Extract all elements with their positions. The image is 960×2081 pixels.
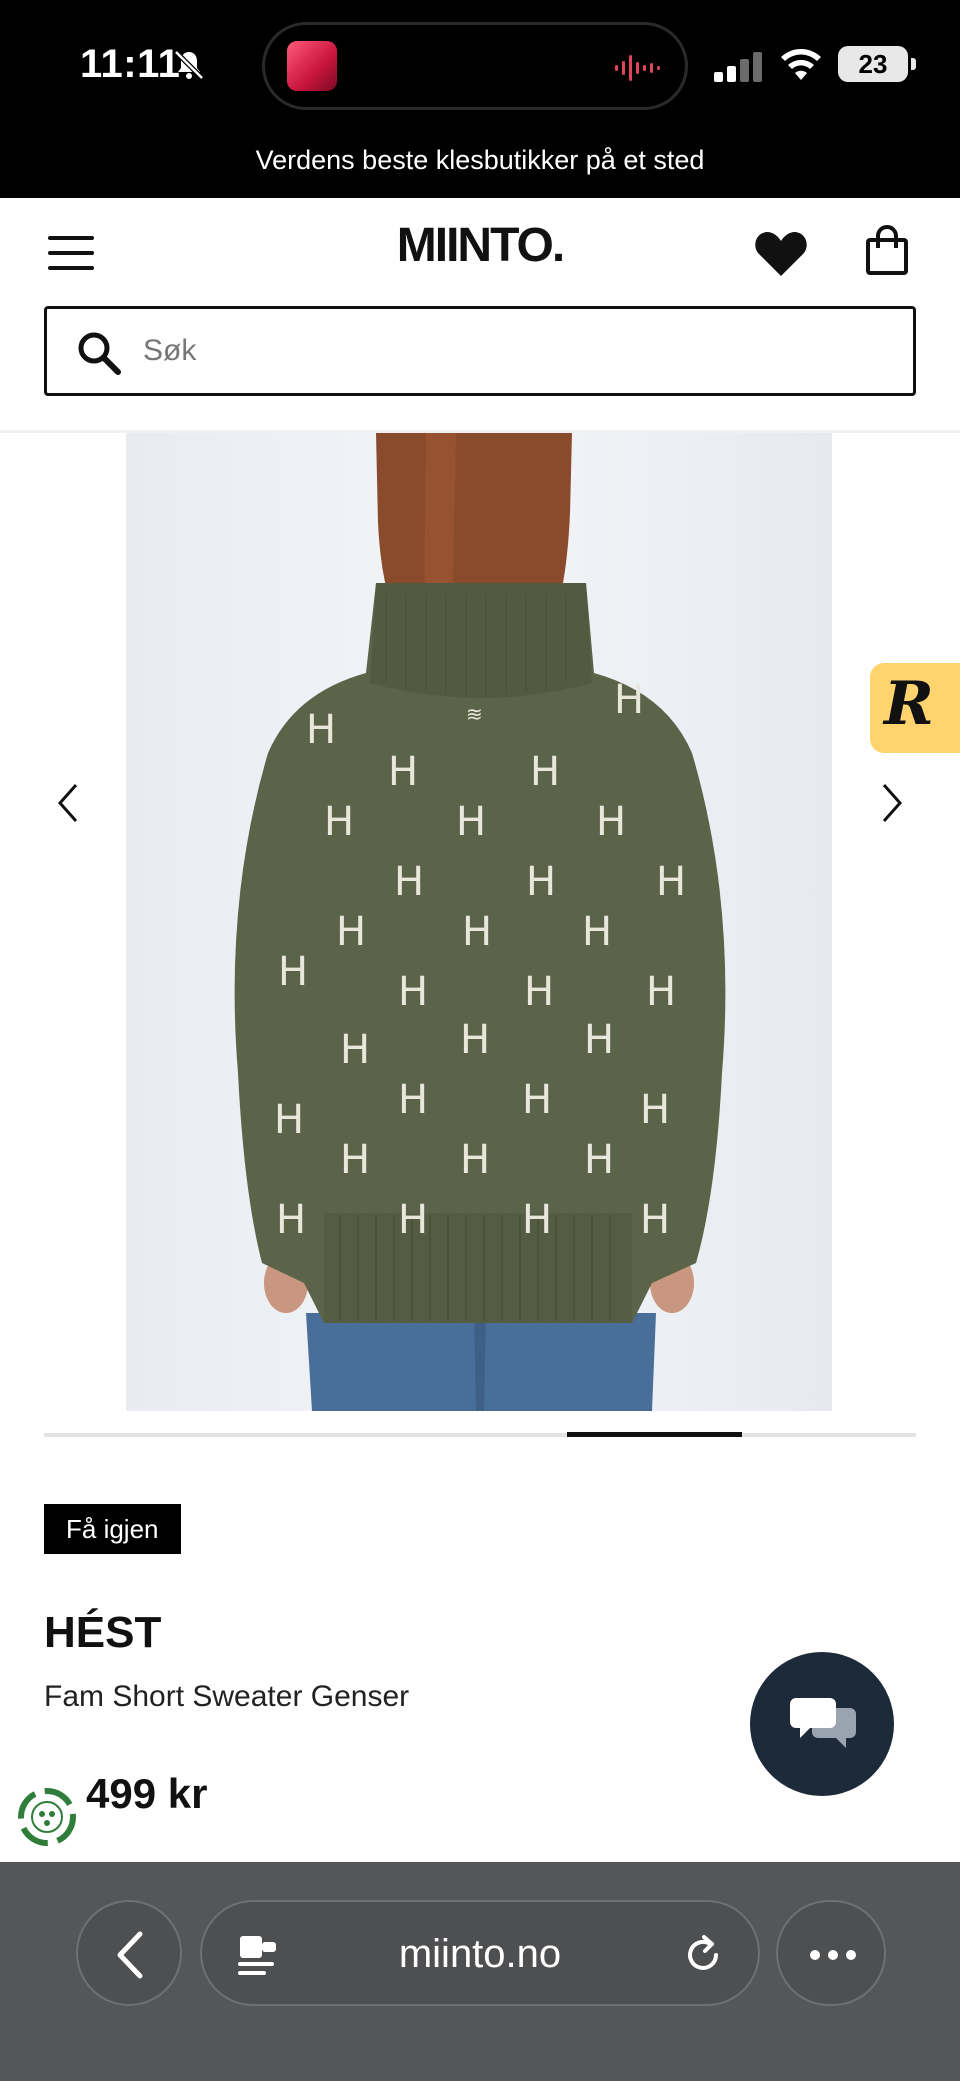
svg-text:H: H bbox=[462, 909, 492, 955]
url-text[interactable]: miinto.no bbox=[202, 1932, 758, 1977]
svg-text:H: H bbox=[614, 677, 644, 723]
miinto-logo[interactable]: MIINTO. bbox=[0, 218, 960, 273]
svg-text:H: H bbox=[278, 949, 308, 995]
product-price: 499 kr bbox=[86, 1770, 208, 1817]
svg-text:H: H bbox=[306, 707, 336, 753]
svg-text:H: H bbox=[522, 1077, 552, 1123]
svg-text:H: H bbox=[656, 859, 686, 905]
product-brand[interactable]: HÉST bbox=[44, 1608, 161, 1658]
chevron-right-icon[interactable] bbox=[872, 773, 912, 833]
svg-text:H: H bbox=[460, 1137, 490, 1183]
gallery-progress bbox=[44, 1432, 916, 1437]
svg-text:H: H bbox=[398, 1197, 428, 1243]
address-bar[interactable]: miinto.no bbox=[200, 1900, 760, 2006]
product-gallery[interactable]: HH HH HHH HHH HHH HHHH HHH HHHH HHH HHHH… bbox=[0, 433, 960, 1411]
svg-text:H: H bbox=[524, 969, 554, 1015]
site-header: MIINTO. bbox=[0, 198, 960, 308]
back-icon bbox=[117, 1931, 143, 1979]
dynamic-island[interactable] bbox=[262, 22, 688, 110]
svg-text:H: H bbox=[646, 969, 676, 1015]
battery-icon: 23 bbox=[838, 46, 916, 82]
svg-text:H: H bbox=[640, 1087, 670, 1133]
signal-icon bbox=[714, 52, 762, 82]
reload-icon[interactable] bbox=[680, 1932, 726, 1978]
gallery-progress-fill bbox=[567, 1432, 742, 1437]
svg-text:H: H bbox=[276, 1197, 306, 1243]
svg-text:H: H bbox=[530, 749, 560, 795]
r-badge[interactable]: R bbox=[870, 663, 960, 753]
svg-text:H: H bbox=[394, 859, 424, 905]
shopping-bag-icon[interactable] bbox=[862, 224, 912, 276]
svg-text:H: H bbox=[584, 1137, 614, 1183]
recycle-icon[interactable] bbox=[14, 1784, 80, 1850]
svg-text:H: H bbox=[456, 799, 486, 845]
search-input[interactable] bbox=[143, 323, 883, 379]
svg-text:H: H bbox=[460, 1017, 490, 1063]
product-photo[interactable]: HH HH HHH HHH HHH HHHH HHH HHHH HHH HHHH… bbox=[126, 433, 832, 1411]
more-button[interactable] bbox=[776, 1900, 886, 2006]
r-badge-letter: R bbox=[884, 669, 934, 739]
svg-text:H: H bbox=[324, 799, 354, 845]
svg-text:H: H bbox=[582, 909, 612, 955]
promo-badge: Få igjen bbox=[44, 1504, 181, 1554]
svg-text:H: H bbox=[526, 859, 556, 905]
svg-text:H: H bbox=[336, 909, 366, 955]
waveform-icon bbox=[615, 55, 660, 81]
svg-text:H: H bbox=[522, 1197, 552, 1243]
browser-toolbar: miinto.no bbox=[0, 1862, 960, 2081]
chevron-left-icon[interactable] bbox=[48, 773, 88, 833]
chat-button[interactable] bbox=[750, 1652, 894, 1796]
sweater-illustration: HH HH HHH HHH HHH HHHH HHH HHHH HHH HHHH… bbox=[126, 433, 832, 1411]
svg-text:H: H bbox=[398, 969, 428, 1015]
search-icon bbox=[78, 332, 121, 375]
heart-icon[interactable] bbox=[754, 228, 808, 278]
search-bar[interactable] bbox=[44, 306, 916, 396]
promo-tagline: Verdens beste klesbutikker på et sted bbox=[255, 145, 705, 175]
wifi-icon bbox=[781, 49, 821, 80]
more-icon bbox=[828, 1950, 838, 1960]
back-button[interactable] bbox=[76, 1900, 182, 2006]
now-playing-artwork bbox=[287, 41, 337, 91]
status-time: 11:11 bbox=[80, 42, 181, 86]
svg-text:H: H bbox=[340, 1027, 370, 1073]
svg-text:H: H bbox=[640, 1197, 670, 1243]
product-name: Fam Short Sweater Genser bbox=[44, 1680, 410, 1713]
chat-icon bbox=[790, 1698, 856, 1748]
svg-text:H: H bbox=[274, 1097, 304, 1143]
svg-text:H: H bbox=[340, 1137, 370, 1183]
more-icon bbox=[846, 1950, 856, 1960]
svg-text:H: H bbox=[596, 799, 626, 845]
svg-text:H: H bbox=[388, 749, 418, 795]
svg-text:≋: ≋ bbox=[466, 702, 483, 726]
svg-text:H: H bbox=[584, 1017, 614, 1063]
more-icon bbox=[810, 1950, 820, 1960]
status-bar: 11:11 23 bbox=[0, 0, 960, 140]
svg-text:H: H bbox=[398, 1077, 428, 1123]
bell-slash-icon bbox=[174, 50, 204, 80]
